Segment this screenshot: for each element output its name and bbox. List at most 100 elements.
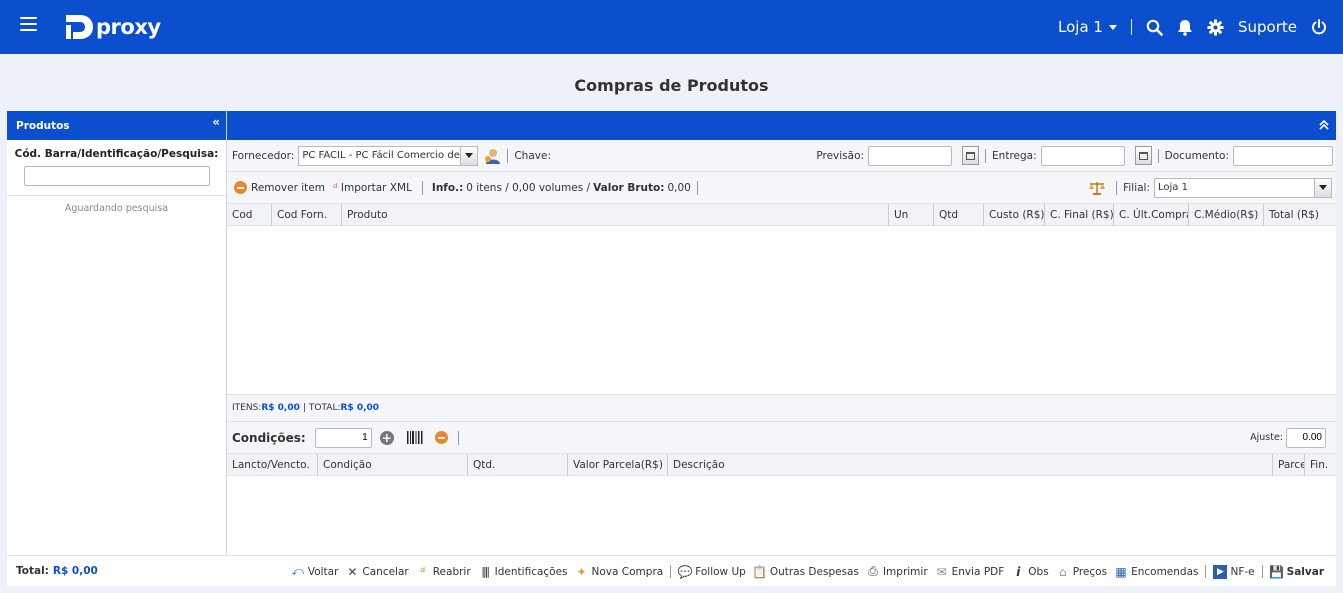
logout-button[interactable] — [1311, 19, 1327, 35]
obs-button[interactable]: i Obs — [1011, 565, 1048, 579]
supplier-label: Fornecedor: — [232, 149, 295, 162]
divider — [507, 148, 509, 163]
col-un[interactable]: Un — [888, 204, 933, 226]
identifications-button[interactable]: |||| Identificações — [478, 565, 567, 579]
divider — [1116, 180, 1118, 195]
product-search-input[interactable] — [23, 166, 210, 186]
menu-icon[interactable] — [20, 17, 37, 31]
remove-item-button[interactable]: Remover item — [234, 181, 325, 194]
supplier-select[interactable]: PC FACIL - PC Fácil Comercio de — [298, 145, 479, 166]
action-bar: ⤺ Voltar ✕ Cancelar ᵈ Reabrir |||| Identific… — [284, 556, 1324, 587]
print-button[interactable]: ⎙ Imprimir — [866, 564, 928, 579]
bell-icon — [1177, 19, 1192, 36]
col-fin[interactable]: Fin. — [1304, 454, 1336, 476]
divider — [457, 430, 459, 445]
calendar-icon[interactable] — [962, 146, 980, 165]
col-descricao[interactable]: Descrição — [667, 454, 1272, 476]
col-qtd-cond[interactable]: Qtd. — [467, 454, 567, 476]
collapse-left-icon[interactable]: « — [212, 115, 220, 129]
adjust-input[interactable] — [1286, 427, 1326, 448]
divider — [670, 565, 672, 578]
add-condition-icon[interactable]: + — [379, 430, 394, 445]
col-cod[interactable]: Cod — [227, 204, 271, 226]
chevron-down-icon — [1314, 178, 1331, 197]
reopen-icon: ᵈ — [420, 564, 426, 579]
items-toolbar: Remover item ᵈ Importar XML Info.: 0 ite… — [227, 172, 1336, 204]
back-button[interactable]: ⤺ Voltar — [291, 564, 339, 579]
col-condicao[interactable]: Condição — [317, 454, 467, 476]
remove-condition-icon[interactable] — [434, 431, 448, 444]
col-total[interactable]: Total (R$) — [1263, 204, 1336, 226]
products-panel-header: Produtos « — [7, 111, 226, 140]
logo[interactable]: proxy — [64, 13, 161, 41]
save-button[interactable]: 💾 Salvar — [1269, 564, 1324, 579]
items-table-body — [227, 226, 1336, 394]
nfe-button[interactable]: ▶ NF-e — [1213, 564, 1255, 579]
back-label: Voltar — [307, 565, 339, 578]
col-parcela[interactable]: Parce — [1272, 454, 1304, 476]
orders-button[interactable]: ▦ Encomendas — [1114, 565, 1198, 579]
products-panel-title: Produtos — [16, 120, 70, 132]
forecast-date-input[interactable] — [868, 145, 953, 166]
close-icon: ✕ — [347, 564, 358, 579]
logo-text: proxy — [96, 15, 161, 39]
document-label: Documento: — [1164, 149, 1229, 162]
grand-total-value: R$ 0,00 — [340, 403, 380, 413]
store-selector[interactable]: Loja 1 — [1058, 18, 1117, 36]
conditions-count-input[interactable] — [314, 427, 372, 448]
supplier-lookup-icon[interactable] — [483, 147, 501, 165]
calendar-icon[interactable] — [1134, 146, 1152, 165]
col-c-final[interactable]: C. Final (R$) — [1044, 204, 1113, 226]
other-expenses-label: Outras Despesas — [769, 565, 859, 578]
new-purchase-button[interactable]: ✦ Nova Compra — [575, 565, 664, 579]
import-xml-label: Importar XML — [340, 181, 412, 194]
divider — [696, 180, 698, 195]
col-c-medio[interactable]: C.Médio(R$) — [1188, 204, 1263, 226]
send-pdf-label: Envia PDF — [951, 565, 1005, 578]
conditions-table-header: Lancto/Vencto. Condição Qtd. Valor Parce… — [227, 454, 1336, 476]
search-button[interactable] — [1146, 19, 1163, 36]
table-icon: ▦ — [1115, 564, 1127, 579]
footer-bar: Total: R$ 0,00 ⤺ Voltar ✕ Cancelar ᵈ Reabri… — [7, 555, 1336, 586]
clipboard-icon: 📋 — [752, 564, 768, 579]
col-lancto[interactable]: Lancto/Vencto. — [227, 454, 317, 476]
send-pdf-button[interactable]: ✉ Envia PDF — [935, 565, 1005, 579]
document-input[interactable] — [1233, 145, 1333, 166]
cancel-button[interactable]: ✕ Cancelar — [345, 565, 408, 579]
col-produto[interactable]: Produto — [341, 204, 888, 226]
prices-button[interactable]: ⌂ Preços — [1056, 565, 1107, 579]
support-link[interactable]: Suporte — [1238, 18, 1297, 36]
import-xml-button[interactable]: ᵈ Importar XML — [333, 181, 412, 195]
supplier-row: Fornecedor: PC FACIL - PC Fácil Comercio… — [227, 140, 1336, 172]
col-c-ult-compra[interactable]: C. Últ.Compra — [1113, 204, 1188, 226]
follow-up-button[interactable]: 💬 Follow Up — [678, 565, 746, 579]
nfe-label: NF-e — [1230, 565, 1255, 578]
divider — [1261, 565, 1263, 578]
search-label: Cód. Barra/Identificação/Pesquisa: — [14, 148, 219, 160]
reopen-label: Reabrir — [432, 565, 471, 578]
floppy-disk-icon: 💾 — [1269, 564, 1285, 579]
scale-icon[interactable] — [1088, 180, 1106, 196]
printer-icon: ⎙ — [868, 564, 878, 578]
magic-wand-icon: ✦ — [576, 564, 587, 579]
notifications-button[interactable] — [1177, 19, 1193, 36]
branch-select[interactable]: Loja 1 — [1154, 177, 1332, 198]
reopen-button[interactable]: ᵈ Reabrir — [416, 564, 471, 579]
col-qtd[interactable]: Qtd — [933, 204, 983, 226]
search-icon — [1146, 19, 1163, 36]
delivery-date-input[interactable] — [1040, 145, 1125, 166]
footer-total-value: R$ 0,00 — [52, 565, 98, 577]
settings-button[interactable] — [1207, 19, 1224, 36]
branch-value: Loja 1 — [1158, 182, 1188, 193]
purchase-panel-header — [227, 111, 1336, 140]
branch-label: Filial: — [1123, 181, 1150, 194]
col-cod-forn[interactable]: Cod Forn. — [271, 204, 341, 226]
col-custo[interactable]: Custo (R$) — [983, 204, 1044, 226]
items-total-value: R$ 0,00 — [261, 403, 300, 413]
collapse-up-icon[interactable] — [1319, 119, 1329, 131]
other-expenses-button[interactable]: 📋 Outras Despesas — [752, 564, 859, 579]
barcode-icon[interactable] — [406, 431, 423, 444]
col-valor-parcela[interactable]: Valor Parcela(R$) — [567, 454, 667, 476]
gross-value: 0,00 — [667, 181, 691, 194]
remove-item-label: Remover item — [251, 181, 325, 194]
